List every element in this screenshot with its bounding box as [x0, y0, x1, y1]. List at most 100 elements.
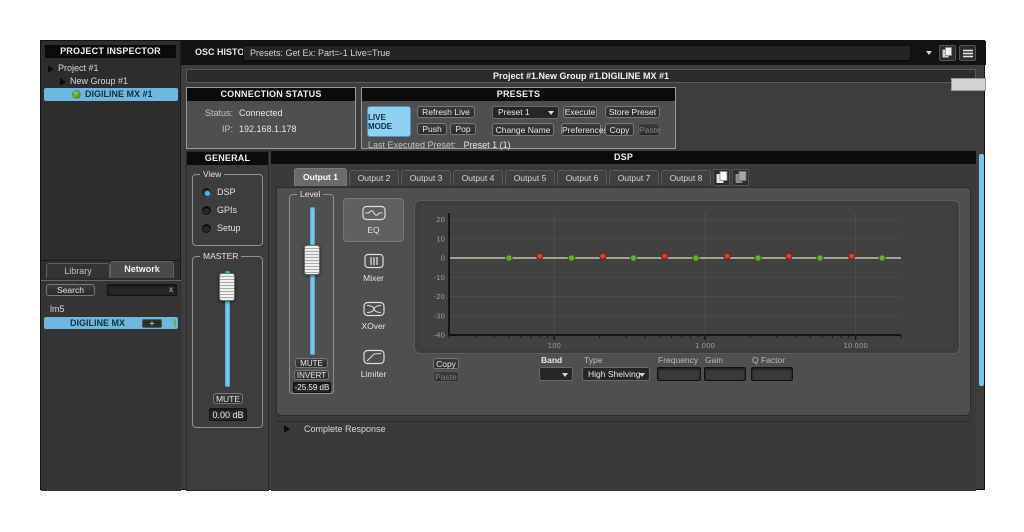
eq-band-handle-green[interactable] [506, 255, 512, 261]
complete-response-label: Complete Response [304, 424, 386, 434]
eq-band-handle-red[interactable] [537, 253, 543, 259]
caret-right-icon [48, 65, 54, 73]
pop-button[interactable]: Pop [450, 123, 476, 135]
tab-output-6[interactable]: Output 6 [557, 170, 607, 185]
change-name-button[interactable]: Change Name [492, 123, 554, 136]
tree-item-project-1[interactable]: Project #1 [44, 62, 178, 75]
tab-library[interactable]: Library [46, 263, 110, 278]
execute-button[interactable]: Execute [563, 106, 597, 118]
device-item-digiline-mx[interactable]: DIGILINE MX+ [44, 317, 178, 329]
eq-band-handle-green[interactable] [755, 255, 761, 261]
eq-band-handle-green[interactable] [568, 255, 574, 261]
eq-graph-panel[interactable]: 20100-10-20-30-401001 00010 000 [414, 200, 960, 354]
eq-band-handle-green[interactable] [817, 255, 823, 261]
level-group-label: Level [297, 190, 323, 199]
sidebar: PROJECT INSPECTOR Project #1New Group #1… [41, 41, 181, 491]
tab-output-2[interactable]: Output 2 [349, 170, 399, 185]
device-item-lm5[interactable]: lm5 [44, 303, 178, 315]
tree-item-new-group-1[interactable]: New Group #1 [44, 75, 178, 88]
search-input[interactable]: x [107, 284, 177, 296]
push-button[interactable]: Push [417, 123, 447, 135]
eq-band-handle-red[interactable] [600, 253, 606, 259]
paste-channel-icon[interactable] [732, 169, 749, 186]
paste-preset-button[interactable]: Paste [638, 123, 660, 136]
tree-item-label: New Group #1 [70, 75, 128, 88]
view-option-dsp[interactable]: DSP [202, 187, 236, 197]
chevron-down-icon [548, 111, 554, 115]
eq-band-handle-red[interactable] [786, 253, 792, 259]
caret-right-icon [60, 78, 66, 86]
copy-channel-icon[interactable] [713, 169, 730, 186]
level-fader-handle[interactable] [304, 245, 320, 275]
caret-right-icon [284, 425, 290, 433]
eq-band-handle-green[interactable] [879, 255, 885, 261]
tab-output-7[interactable]: Output 7 [609, 170, 659, 185]
copy-pages-icon[interactable] [939, 45, 956, 61]
clear-search-icon[interactable]: x [169, 285, 173, 295]
gain-input[interactable] [704, 367, 746, 381]
eq-band-handle-red[interactable] [724, 253, 730, 259]
paste-eq-button[interactable]: Paste [433, 371, 459, 382]
output-tabs: Output 1Output 2Output 3Output 4Output 5… [271, 168, 976, 187]
tab-output-4[interactable]: Output 4 [453, 170, 503, 185]
eq-band-handle-green[interactable] [693, 255, 699, 261]
project-inspector-header: PROJECT INSPECTOR [45, 45, 176, 58]
master-mute-button[interactable]: MUTE [213, 393, 243, 404]
level-fader-track[interactable] [310, 207, 315, 355]
radio-icon [202, 206, 211, 215]
preset-select[interactable]: Preset 1 [492, 106, 559, 119]
type-select[interactable]: High Shelving [582, 367, 650, 381]
osc-history-bar: OSC HISTORY Presets: Get Ex: Part=-1 Liv… [181, 41, 986, 65]
general-header: GENERAL [187, 152, 268, 165]
copy-eq-button[interactable]: Copy [433, 358, 459, 369]
osc-history-message: Presets: Get Ex: Part=-1 Live=True [250, 48, 390, 58]
tab-network[interactable]: Network [110, 261, 174, 278]
live-mode-button[interactable]: LIVE MODE [367, 106, 411, 137]
dsp-section-eq[interactable]: EQ [343, 198, 404, 242]
connection-status-header: CONNECTION STATUS [187, 88, 355, 101]
connection-status-row: Status:Connected [191, 108, 283, 118]
complete-response-bar[interactable]: Complete Response [276, 421, 971, 436]
radio-icon [202, 224, 211, 233]
eq-band-handle-red[interactable] [661, 253, 667, 259]
osc-history-field: Presets: Get Ex: Part=-1 Live=True [243, 45, 911, 61]
chevron-down-icon[interactable] [926, 51, 932, 55]
band-select[interactable] [539, 367, 573, 381]
type-label: Type [584, 355, 602, 365]
master-level-value: 0.00 dB [209, 408, 247, 421]
vertical-scrollbar-thumb[interactable] [979, 154, 984, 386]
search-button[interactable]: Search [46, 284, 95, 296]
ip-label: IP: [191, 124, 233, 134]
view-option-gpis[interactable]: GPIs [202, 205, 237, 215]
eq-band-handle-green[interactable] [630, 255, 636, 261]
svg-text:-20: -20 [434, 293, 445, 301]
svg-text:10: 10 [436, 235, 445, 243]
frequency-input[interactable] [657, 367, 701, 381]
tab-output-1[interactable]: Output 1 [294, 168, 347, 186]
store-preset-button[interactable]: Store Preset [605, 106, 660, 118]
last-executed-value: Preset 1 (1) [464, 140, 511, 150]
view-option-setup[interactable]: Setup [202, 223, 241, 233]
add-device-button[interactable]: + [142, 319, 162, 328]
tree-item-digiline-mx-1[interactable]: DIGILINE MX #1 [44, 88, 178, 101]
refresh-live-button[interactable]: Refresh Live [417, 106, 475, 118]
level-invert-button[interactable]: INVERT [294, 370, 329, 380]
tab-output-5[interactable]: Output 5 [505, 170, 555, 185]
tab-output-3[interactable]: Output 3 [401, 170, 451, 185]
svg-text:20: 20 [436, 216, 445, 224]
tab-output-8[interactable]: Output 8 [661, 170, 711, 185]
dsp-section-xover[interactable]: XOver [343, 294, 404, 338]
level-mute-button[interactable]: MUTE [295, 358, 328, 368]
eq-band-handle-red[interactable] [848, 253, 854, 259]
presets-header: PRESETS [362, 88, 675, 101]
dsp-section-mixer[interactable]: Mixer [343, 246, 404, 290]
corner-notch [951, 78, 986, 91]
menu-icon[interactable] [959, 45, 976, 61]
master-fader-handle[interactable] [219, 273, 235, 301]
preferences-button[interactable]: Preferences [561, 123, 601, 136]
chevron-down-icon [639, 373, 645, 377]
radio-icon [202, 188, 211, 197]
copy-preset-button[interactable]: Copy [605, 123, 634, 136]
dsp-section-limiter[interactable]: Limiter [343, 342, 404, 386]
q-factor-input[interactable] [751, 367, 793, 381]
